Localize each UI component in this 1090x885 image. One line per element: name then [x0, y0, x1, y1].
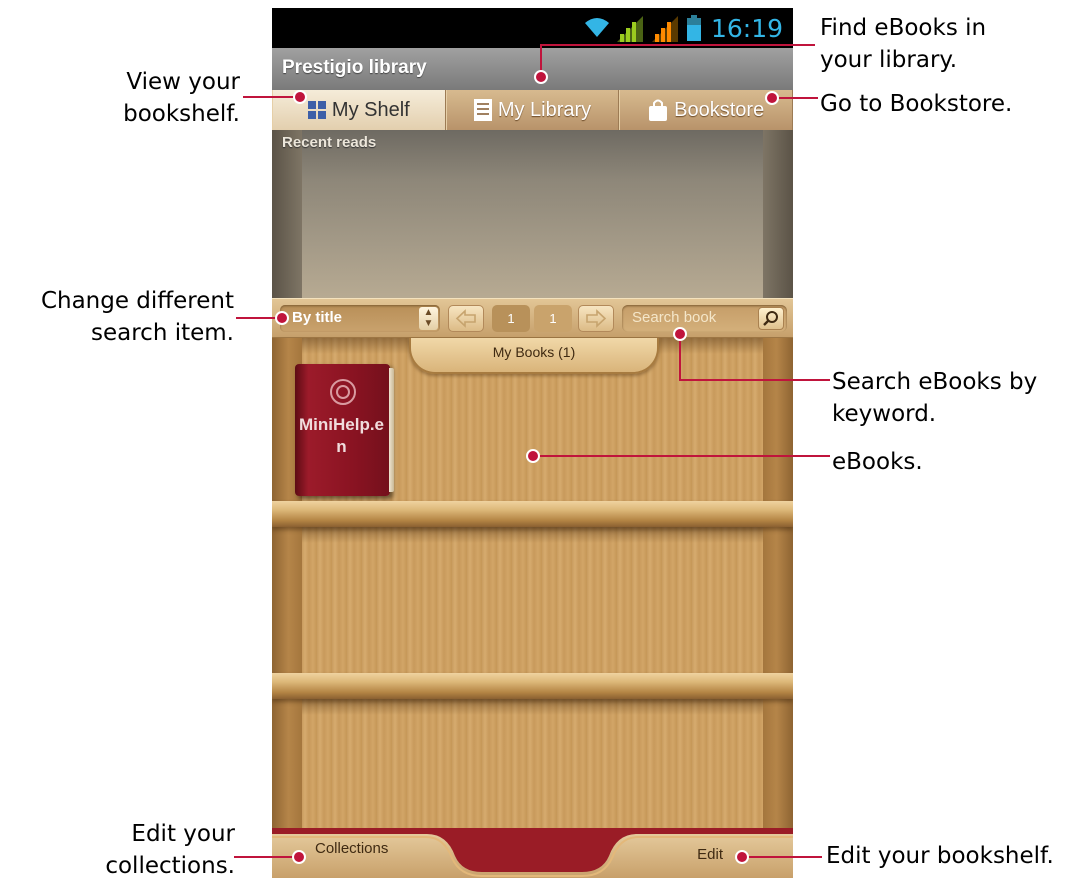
recent-reads-label: Recent reads [282, 134, 377, 151]
sort-select-value: By title [292, 309, 343, 326]
shelf-board [272, 673, 793, 699]
bottom-bar-decoration [272, 828, 793, 877]
search-icon [763, 311, 778, 326]
shelf-name-label: My Books (1) [492, 344, 576, 360]
tab-my-shelf[interactable]: My Shelf [272, 90, 446, 130]
sort-select[interactable]: By title ▲ ▼ [280, 305, 440, 332]
next-page-button[interactable] [578, 305, 614, 332]
recent-reads-shelf: Recent reads [272, 130, 793, 298]
tab-bookstore[interactable]: Bookstore [619, 90, 793, 130]
annotation-change-search: Change different search item. [40, 288, 234, 346]
search-button[interactable] [758, 307, 784, 330]
grid-icon [307, 101, 326, 119]
status-bar: 16:19 [272, 8, 793, 48]
wifi-icon [585, 18, 609, 37]
shelf-name-tab[interactable]: My Books (1) [409, 338, 659, 374]
tab-label: Bookstore [674, 98, 765, 121]
tab-label: My Library [497, 98, 592, 121]
annotation-view-bookshelf: View your bookshelf. [123, 69, 240, 127]
clock: 16:19 [710, 14, 783, 43]
app-title: Prestigio library [282, 57, 427, 78]
current-page: 1 [492, 305, 530, 332]
total-pages: 1 [534, 305, 572, 332]
annotation-edit-collections: Edit your collections. [105, 821, 235, 879]
annotation-find-ebooks: Find eBooks in your library. [820, 15, 987, 73]
battery-icon [687, 15, 701, 41]
tab-label: My Shelf [331, 98, 410, 121]
ebook-cover[interactable]: MiniHelp.en [295, 364, 394, 496]
action-bar: Prestigio library [272, 48, 793, 90]
bookshelf: My Books (1) MiniHelp.en [272, 338, 793, 828]
annotation-ebooks: eBooks. [832, 449, 923, 475]
publisher-logo-icon [330, 379, 356, 405]
arrow-left-icon [455, 309, 476, 328]
signal-icon [617, 16, 643, 42]
previous-page-button[interactable] [448, 305, 484, 332]
up-down-arrows-icon: ▲ ▼ [419, 307, 438, 330]
arrow-right-icon [586, 309, 607, 328]
book-title: MiniHelp.en [299, 415, 385, 456]
tab-bar: My Shelf My Library Bookstore [272, 90, 793, 130]
search-input[interactable]: Search book [622, 305, 787, 332]
search-placeholder: Search book [632, 309, 717, 326]
signal-roaming-icon [652, 16, 678, 42]
shelf-board [272, 501, 793, 527]
annotation-edit-bookshelf: Edit your bookshelf. [826, 843, 1054, 869]
annotation-search-keyword: Search eBooks by keyword. [832, 369, 1038, 427]
annotation-go-bookstore: Go to Bookstore. [820, 91, 1013, 117]
tab-my-library[interactable]: My Library [445, 90, 620, 130]
shopping-bag-icon [649, 99, 668, 121]
phone-screen: 16:19 Prestigio library My Shelf My Libr… [272, 8, 793, 878]
list-icon [473, 99, 492, 121]
search-toolbar: By title ▲ ▼ 1 1 Search book [272, 298, 793, 338]
